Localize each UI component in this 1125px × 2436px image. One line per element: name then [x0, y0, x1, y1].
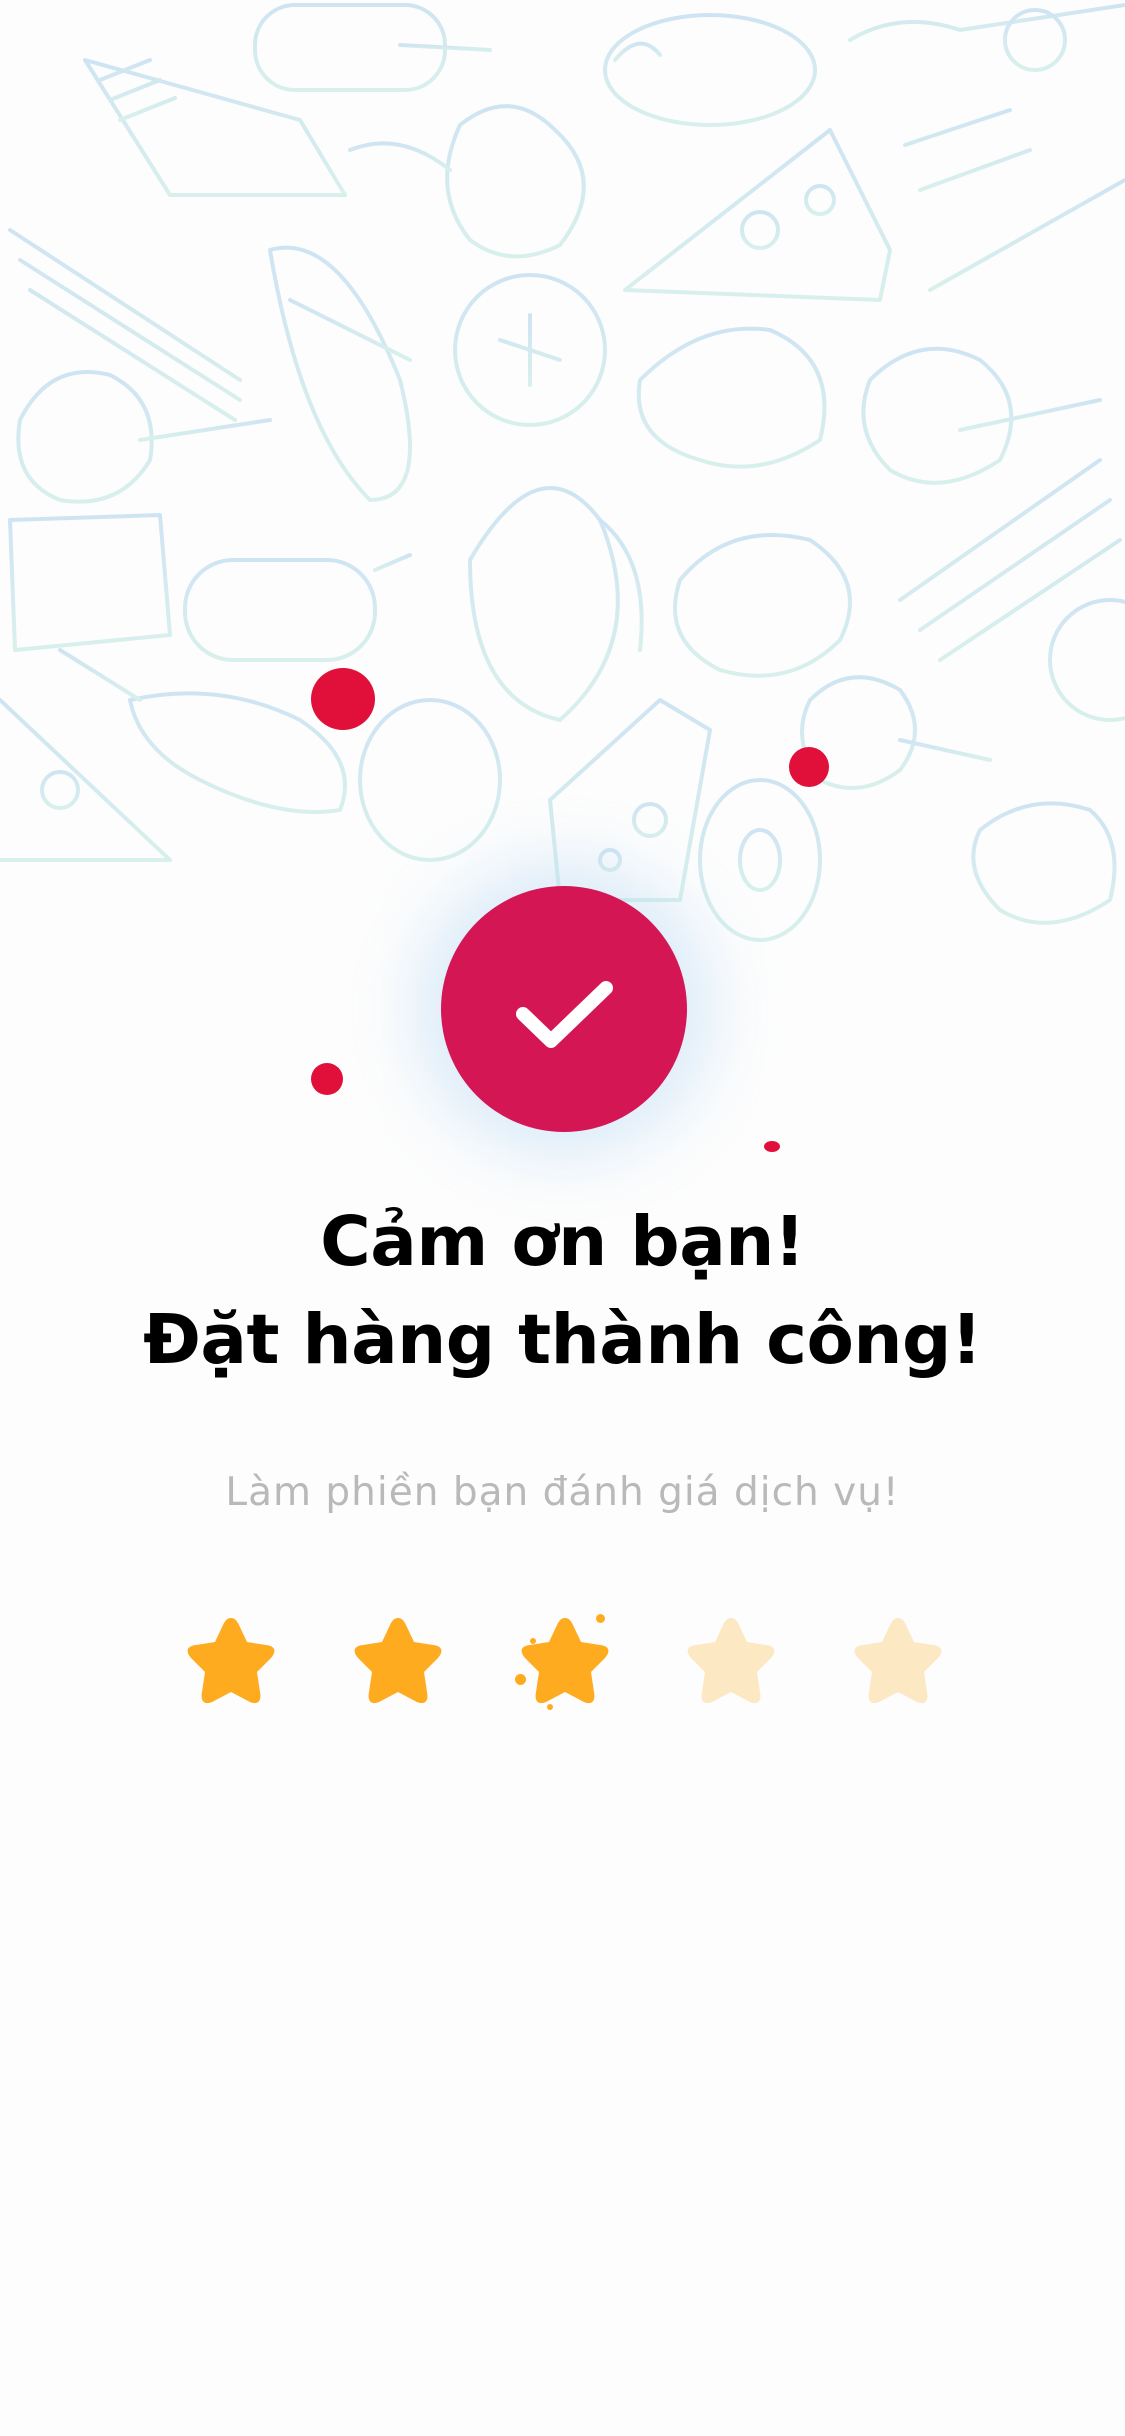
confetti-dot [311, 1063, 343, 1095]
star-icon[interactable] [171, 1604, 291, 1724]
order-success-title: Đặt hàng thành công! [143, 1300, 982, 1380]
confetti-dot [764, 1141, 780, 1152]
star-rating[interactable] [0, 1604, 1125, 1724]
confetti-dot [789, 747, 829, 787]
sparkle-dot [547, 1704, 553, 1710]
star-icon[interactable] [505, 1604, 625, 1724]
sparkle-dot [596, 1614, 605, 1623]
sparkle-dot [530, 1638, 536, 1644]
confetti-dot [311, 668, 375, 730]
food-doodle-background [0, 3, 1125, 942]
star-icon[interactable] [838, 1604, 958, 1724]
sparkle-dot [515, 1674, 526, 1685]
checkmark-icon [516, 981, 613, 1048]
thank-you-title: Cảm ơn bạn! [320, 1202, 805, 1282]
rating-prompt: Làm phiền bạn đánh giá dịch vụ! [225, 1470, 900, 1515]
star-icon[interactable] [671, 1604, 791, 1724]
success-badge [441, 886, 687, 1132]
star-icon[interactable] [338, 1604, 458, 1724]
